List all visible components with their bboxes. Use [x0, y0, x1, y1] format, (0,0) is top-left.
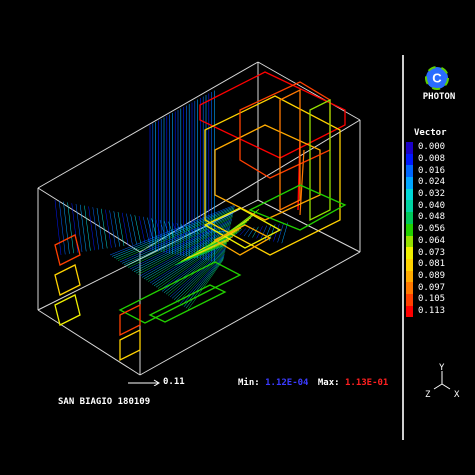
legend-swatch [406, 223, 413, 236]
legend-swatch [406, 282, 413, 294]
legend-value: 0.081 [418, 259, 446, 270]
legend-value: 0.048 [418, 212, 446, 223]
room-edge [37, 199, 259, 311]
legend-title: Vector [414, 128, 447, 138]
legend-value: 0.097 [418, 282, 446, 293]
object-outline [54, 234, 81, 266]
legend-value: 0.105 [418, 294, 446, 305]
object-outline [199, 71, 346, 159]
legend-swatch [406, 142, 413, 154]
legend-entry: 0.048 [406, 212, 472, 224]
legend-value: 0.056 [418, 224, 446, 235]
axis-x-label: X [454, 390, 460, 400]
max-label: Max: [317, 378, 340, 388]
panel-divider [402, 55, 404, 440]
color-legend: 0.000 0.008 0.016 0.024 0.032 0.040 0.048 0.056… [406, 142, 472, 318]
legend-entry: 0.032 [406, 188, 472, 201]
legend-swatch [406, 235, 413, 248]
scene-caption: SAN BIAGIO 180109 [58, 397, 151, 407]
scale-value: 0.11 [163, 377, 185, 387]
legend-value: 0.040 [418, 200, 446, 211]
legend-swatch [406, 177, 413, 189]
legend-entry: 0.016 [406, 165, 472, 178]
range-readout: Min: 1.12E-04 Max: 1.13E-01 [238, 378, 388, 388]
legend-value: 0.016 [418, 165, 446, 176]
legend-entry: 0.008 [406, 153, 472, 166]
room-edge [37, 309, 141, 376]
scene-group [37, 61, 361, 376]
legend-entry: 0.064 [406, 235, 472, 248]
legend-swatch [406, 200, 413, 213]
legend-value: 0.032 [418, 189, 446, 200]
legend-swatch [406, 212, 413, 224]
room-edge [37, 61, 259, 189]
object-outline [214, 124, 321, 221]
object-outline [148, 284, 227, 323]
object-outline [119, 303, 141, 337]
legend-entry: 0.000 [406, 142, 472, 154]
legend-value: 0.064 [418, 235, 446, 246]
logo-letter: C [432, 71, 442, 86]
vector-streak [173, 249, 226, 300]
object-outline [119, 328, 141, 362]
legend-swatch [406, 305, 413, 318]
legend-swatch [406, 153, 413, 166]
vector-streak [121, 213, 234, 264]
legend-value: 0.089 [418, 270, 446, 281]
min-value: 1.12E-04 [265, 378, 309, 388]
legend-entry: 0.105 [406, 293, 472, 306]
vector-streak [239, 228, 246, 236]
legend-entry: 0.040 [406, 200, 472, 213]
legend-value: 0.073 [418, 247, 446, 258]
max-value: 1.13E-01 [345, 378, 389, 388]
axis-triad-icon: Y Z X [425, 363, 460, 400]
vector-streak [243, 227, 251, 237]
legend-entry: 0.081 [406, 258, 472, 271]
legend-swatch [406, 165, 413, 178]
legend-swatch [406, 270, 413, 283]
legend-swatch [406, 247, 413, 259]
brand-name: PHOTON [422, 92, 456, 102]
legend-value: 0.008 [418, 154, 446, 165]
axis-y-label: Y [439, 363, 445, 373]
legend-entry: 0.073 [406, 247, 472, 259]
legend-entry: 0.024 [406, 177, 472, 189]
photon-logo-icon: C [425, 66, 449, 90]
legend-entry: 0.056 [406, 223, 472, 236]
room-edge [37, 187, 141, 253]
legend-value: 0.024 [418, 177, 446, 188]
legend-swatch [406, 258, 413, 271]
min-label: Min: [238, 378, 260, 388]
legend-entry: 0.089 [406, 270, 472, 283]
legend-entry: 0.097 [406, 282, 472, 294]
room-edge [139, 119, 361, 253]
legend-value: 0.113 [418, 305, 446, 316]
scale-arrow-icon [128, 379, 160, 386]
axis-z-label: Z [425, 390, 431, 400]
legend-entry: 0.113 [406, 305, 472, 318]
legend-value: 0.000 [418, 142, 446, 153]
legend-swatch [406, 188, 413, 201]
legend-swatch [406, 293, 413, 306]
